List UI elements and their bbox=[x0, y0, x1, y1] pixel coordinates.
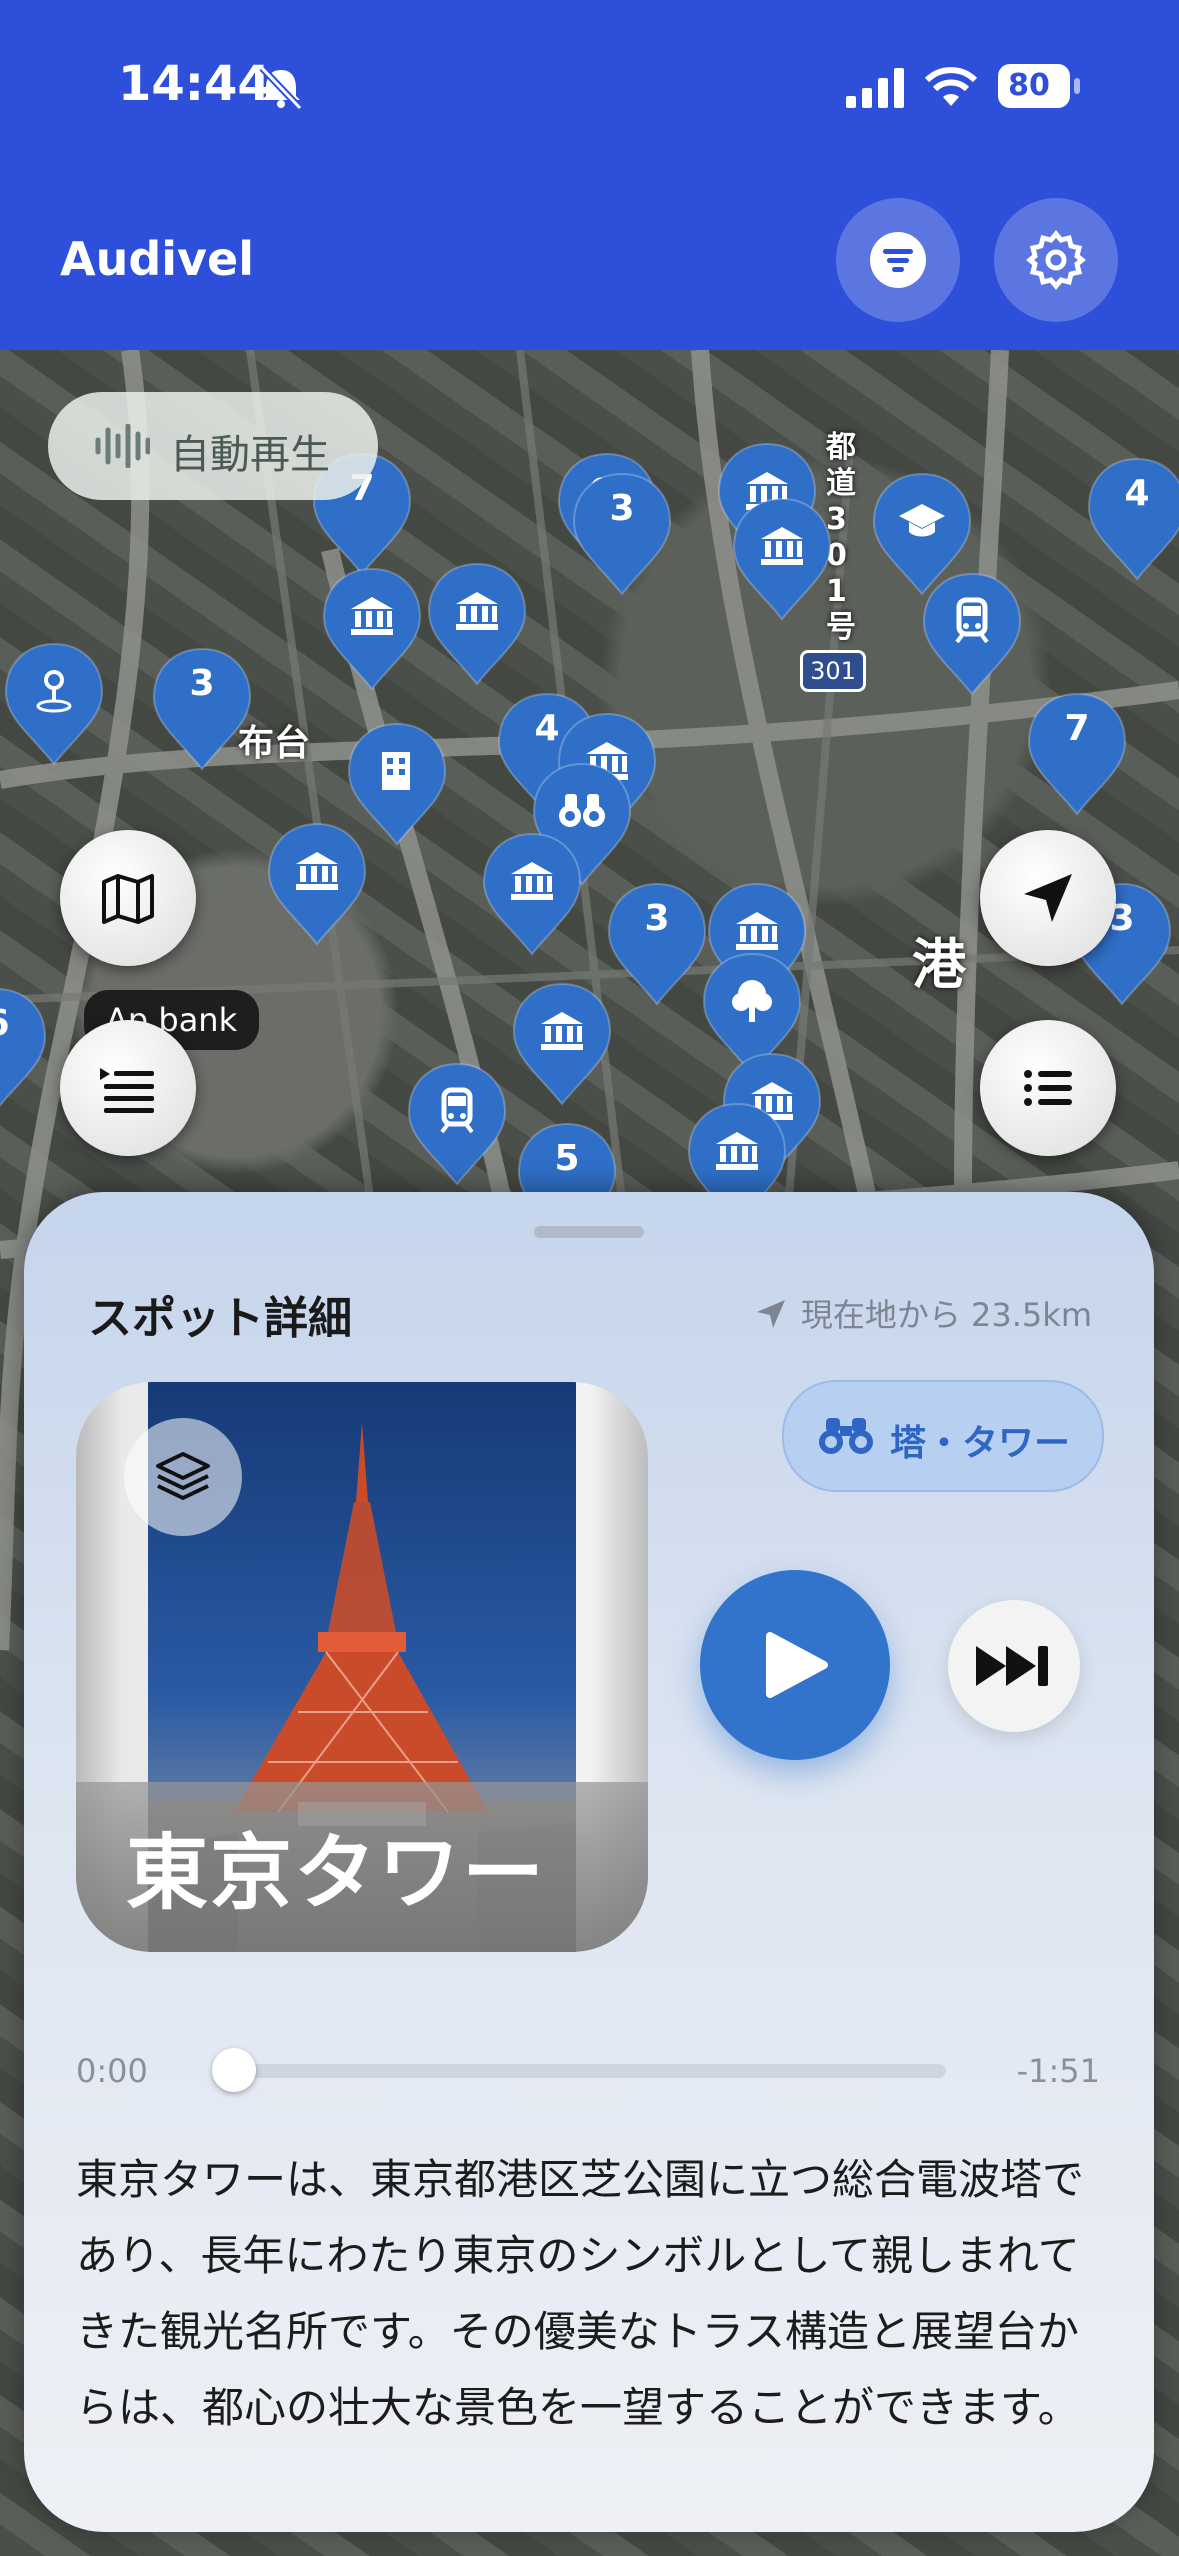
map-marker-pin[interactable] bbox=[2, 640, 106, 768]
map-label-ward: 港 bbox=[912, 933, 966, 996]
route-shield: 301 bbox=[800, 650, 866, 692]
cluster-count: 7 bbox=[1064, 708, 1090, 749]
spot-list-button[interactable] bbox=[60, 1020, 196, 1156]
map-cluster-pin[interactable]: 3 bbox=[570, 470, 674, 598]
map-museum-pin[interactable] bbox=[265, 820, 369, 948]
cluster-count: 6 bbox=[0, 1003, 49, 1044]
progress-thumb[interactable] bbox=[212, 2048, 256, 2092]
spot-detail-sheet: スポット詳細 現在地から 23.5km 東京タワー 塔・タワー 0:00 -1:… bbox=[24, 1192, 1154, 2532]
map-cluster-pin[interactable]: 4 bbox=[1085, 455, 1179, 583]
map-museum-pin[interactable] bbox=[425, 560, 529, 688]
play-button[interactable] bbox=[700, 1570, 890, 1760]
filter-button[interactable] bbox=[836, 198, 960, 322]
layers-button[interactable] bbox=[124, 1418, 242, 1536]
map-icon bbox=[102, 874, 154, 924]
battery-icon: 80 bbox=[998, 64, 1070, 108]
location-arrow-icon bbox=[1024, 874, 1072, 922]
play-icon bbox=[766, 1632, 828, 1698]
category-label: 塔・タワー bbox=[890, 1423, 1071, 1464]
cluster-count: 5 bbox=[554, 1138, 580, 1179]
binoculars-icon bbox=[819, 1418, 873, 1454]
map-museum-pin[interactable] bbox=[480, 830, 584, 958]
spot-name-overlay: 東京タワー bbox=[76, 1782, 648, 1952]
list-view-button[interactable] bbox=[980, 1020, 1116, 1156]
battery-tip bbox=[1074, 78, 1080, 94]
spot-name: 東京タワー bbox=[126, 1826, 547, 1921]
filter-icon bbox=[870, 232, 926, 288]
map-cluster-pin[interactable]: 3 bbox=[605, 880, 709, 1008]
distance-text: 現在地から 23.5km bbox=[800, 1296, 1092, 1334]
map-museum-pin[interactable] bbox=[320, 565, 424, 693]
map-cluster-pin[interactable]: 6 bbox=[0, 985, 49, 1113]
spot-description: 東京タワーは、東京都港区芝公園に立つ総合電波塔であり、長年にわたり東京のシンボル… bbox=[76, 2155, 1085, 2432]
map-museum-pin[interactable] bbox=[730, 495, 834, 623]
list-icon bbox=[1024, 1070, 1072, 1106]
cluster-count: 3 bbox=[609, 488, 635, 529]
map-museum-pin[interactable] bbox=[510, 980, 614, 1108]
layers-icon bbox=[156, 1452, 210, 1500]
distance-label: 現在地から 23.5km bbox=[755, 1290, 1092, 1336]
app-title: Audivel bbox=[60, 232, 254, 286]
map-train-pin[interactable] bbox=[920, 570, 1024, 698]
settings-button[interactable] bbox=[994, 198, 1118, 322]
wifi-icon bbox=[924, 67, 978, 106]
waveform-icon bbox=[95, 424, 150, 468]
map-cluster-pin[interactable]: 3 bbox=[150, 645, 254, 773]
progress-track[interactable] bbox=[234, 2064, 946, 2078]
skip-forward-icon bbox=[976, 1646, 1048, 1686]
map-train-pin[interactable] bbox=[405, 1060, 509, 1188]
header-bar: 14:44 80 Audivel bbox=[0, 0, 1179, 350]
cluster-count: 3 bbox=[644, 898, 670, 939]
next-track-button[interactable] bbox=[948, 1600, 1080, 1732]
location-arrow-icon bbox=[756, 1300, 785, 1328]
autoplay-toggle[interactable]: 自動再生 bbox=[48, 392, 378, 500]
gear-icon bbox=[1026, 230, 1086, 290]
category-chip[interactable]: 塔・タワー bbox=[782, 1380, 1104, 1492]
list-play-icon bbox=[100, 1068, 154, 1113]
cluster-count: 3 bbox=[189, 663, 215, 704]
map-style-button[interactable] bbox=[60, 830, 196, 966]
spot-image-card[interactable]: 東京タワー bbox=[76, 1382, 648, 1952]
time-remaining: -1:51 bbox=[1016, 2052, 1100, 2090]
status-time: 14:44 bbox=[118, 56, 271, 112]
cluster-count: 4 bbox=[1124, 473, 1150, 514]
current-location-button[interactable] bbox=[980, 830, 1116, 966]
map-cluster-pin[interactable]: 7 bbox=[1025, 690, 1129, 818]
autoplay-label: 自動再生 bbox=[170, 432, 330, 478]
sheet-handle[interactable] bbox=[534, 1226, 644, 1238]
time-elapsed: 0:00 bbox=[76, 2052, 148, 2090]
bell-slash-icon bbox=[259, 65, 303, 110]
signal-icon bbox=[846, 68, 904, 108]
sheet-title: スポット詳細 bbox=[88, 1293, 352, 1344]
